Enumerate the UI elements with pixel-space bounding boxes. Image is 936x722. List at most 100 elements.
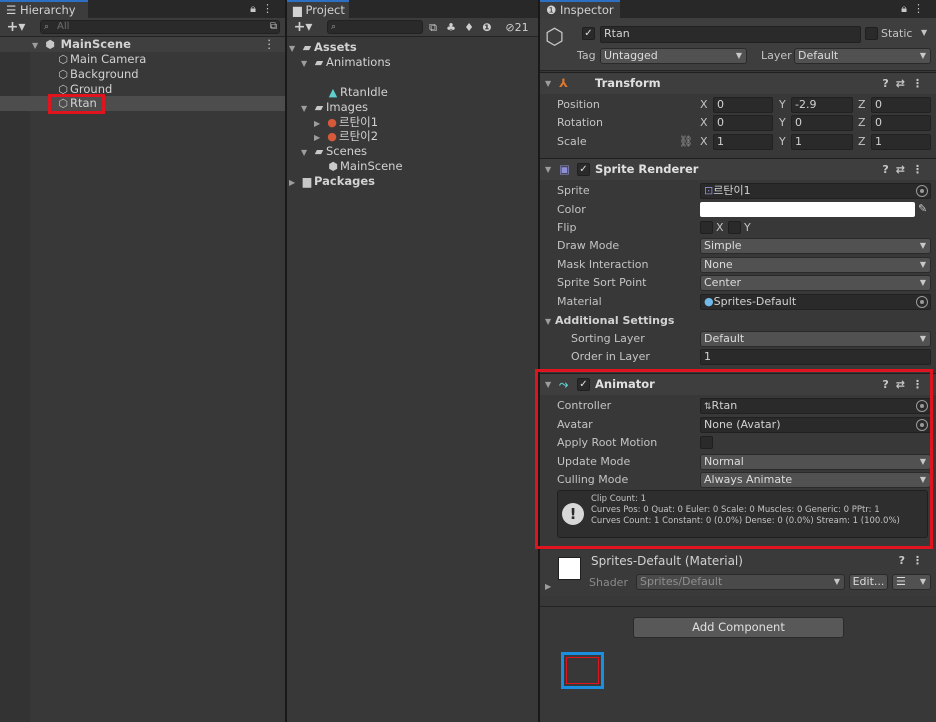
edit-shader-button[interactable]: Edit... bbox=[849, 574, 888, 590]
expand-arrow-icon[interactable]: ▼ bbox=[289, 41, 300, 56]
scale-label[interactable]: Scale bbox=[557, 134, 587, 150]
draw-mode-dropdown[interactable]: Simple ▼ bbox=[700, 238, 931, 254]
scale-z-field[interactable]: 1 bbox=[871, 134, 931, 150]
lock-icon[interactable]: 🔒︎ bbox=[901, 2, 913, 15]
sorting-layer-dropdown[interactable]: Default ▼ bbox=[700, 331, 931, 347]
hierarchy-item-main-camera[interactable]: ⬡ Main Camera bbox=[56, 52, 146, 67]
scale-y-label[interactable]: Y bbox=[779, 134, 786, 150]
layer-dropdown[interactable]: Default ▼ bbox=[794, 48, 931, 64]
mask-interaction-dropdown[interactable]: None ▼ bbox=[700, 257, 931, 273]
foldout-arrow-icon[interactable]: ▼ bbox=[545, 73, 551, 94]
component-menu-icon[interactable]: ⋮ bbox=[912, 163, 930, 176]
filter-by-label-icon[interactable]: ♦ bbox=[461, 20, 477, 35]
component-menu-icon[interactable]: ⋮ bbox=[912, 554, 930, 567]
eyedropper-icon[interactable]: ✎ bbox=[918, 202, 927, 215]
project-tab[interactable]: ▆ Project bbox=[287, 0, 349, 18]
help-icon[interactable]: ? bbox=[899, 554, 912, 567]
lock-icon[interactable]: 🔒︎ bbox=[250, 2, 262, 15]
expand-arrow-icon[interactable]: ▼ bbox=[301, 101, 312, 116]
rotation-x-field[interactable]: 0 bbox=[713, 115, 773, 131]
filter-by-type-icon[interactable]: ♣ bbox=[443, 20, 459, 35]
color-swatch[interactable] bbox=[700, 202, 915, 217]
order-in-layer-field[interactable]: 1 bbox=[700, 349, 931, 365]
static-dropdown-icon[interactable]: ▼ bbox=[921, 28, 927, 37]
scale-x-label[interactable]: X bbox=[700, 134, 708, 150]
create-dropdown-button[interactable]: +▾ bbox=[290, 20, 316, 35]
position-x-label[interactable]: X bbox=[700, 97, 708, 113]
tree-mainscene-file[interactable]: ⬢ MainScene bbox=[326, 159, 402, 174]
rotation-label[interactable]: Rotation bbox=[557, 115, 603, 131]
transform-header[interactable]: ▼ ⅄ Transform ?⇄⋮ bbox=[540, 72, 936, 94]
rotation-z-field[interactable]: 0 bbox=[871, 115, 931, 131]
tree-images[interactable]: ▼ ▰ Images bbox=[301, 100, 368, 115]
expand-arrow-icon[interactable]: ▼ bbox=[301, 56, 312, 71]
scale-y-field[interactable]: 1 bbox=[791, 134, 853, 150]
hierarchy-tab[interactable]: ☰ Hierarchy bbox=[0, 0, 88, 18]
flip-y-checkbox[interactable] bbox=[728, 221, 741, 234]
foldout-arrow-icon[interactable]: ▼ bbox=[545, 317, 551, 326]
presets-icon[interactable]: ⇄ bbox=[896, 77, 912, 90]
static-checkbox[interactable] bbox=[865, 27, 878, 40]
rotation-x-label[interactable]: X bbox=[700, 115, 708, 131]
hierarchy-item-background[interactable]: ⬡ Background bbox=[56, 67, 138, 82]
kebab-menu-icon[interactable]: ⋮ bbox=[262, 2, 279, 15]
folder-open-icon: ▰ bbox=[302, 41, 312, 54]
position-z-label[interactable]: Z bbox=[858, 97, 866, 113]
foldout-arrow-icon[interactable]: ▼ bbox=[545, 159, 551, 180]
sprite-renderer-enabled-checkbox[interactable]: ✓ bbox=[577, 163, 590, 176]
scale-z-label[interactable]: Z bbox=[858, 134, 866, 150]
help-icon[interactable]: ? bbox=[882, 163, 895, 176]
component-menu-icon[interactable]: ⋮ bbox=[912, 77, 930, 90]
hidden-packages-toggle[interactable]: ⊘21 bbox=[499, 20, 535, 35]
object-picker-icon[interactable] bbox=[916, 185, 928, 197]
object-picker-icon[interactable] bbox=[916, 296, 928, 308]
object-name-input[interactable]: Rtan bbox=[600, 26, 861, 43]
additional-settings-foldout[interactable]: ▼ Additional Settings bbox=[545, 313, 674, 329]
flip-x-checkbox[interactable] bbox=[700, 221, 713, 234]
search-by-type-icon[interactable]: ⧉ bbox=[425, 20, 441, 35]
tree-image-2[interactable]: ▶ ● 르탄이2 bbox=[314, 129, 378, 144]
project-search-input[interactable]: ⌕ bbox=[327, 20, 423, 34]
tree-scenes[interactable]: ▼ ▰ Scenes bbox=[301, 144, 367, 159]
alert-icon[interactable]: ❶ bbox=[479, 20, 495, 35]
create-dropdown-button[interactable]: +▾ bbox=[3, 20, 29, 35]
tree-animations[interactable]: ▼ ▰ Animations bbox=[301, 55, 391, 70]
help-icon[interactable]: ? bbox=[882, 77, 895, 90]
collapse-arrow-icon[interactable]: ▶ bbox=[289, 175, 300, 190]
position-x-field[interactable]: 0 bbox=[713, 97, 773, 113]
inspector-tab[interactable]: ❶ Inspector bbox=[540, 0, 620, 18]
rotation-z-label[interactable]: Z bbox=[858, 115, 866, 131]
add-component-button[interactable]: Add Component bbox=[633, 617, 844, 638]
kebab-menu-icon[interactable]: ⋮ bbox=[913, 2, 930, 15]
expand-arrow-icon[interactable]: ▼ bbox=[301, 145, 312, 160]
position-y-field[interactable]: -2.9 bbox=[791, 97, 853, 113]
material-foldout-icon[interactable]: ▶ bbox=[545, 582, 551, 591]
hierarchy-search-input[interactable]: ⌕ All ⧉ bbox=[40, 20, 280, 34]
tag-dropdown[interactable]: Untagged ▼ bbox=[600, 48, 747, 64]
sort-point-dropdown[interactable]: Center ▼ bbox=[700, 275, 931, 291]
tree-image-1[interactable]: ▶ ● 르탄이1 bbox=[314, 115, 378, 130]
chevron-down-icon: ▼ bbox=[919, 260, 926, 269]
position-z-field[interactable]: 0 bbox=[871, 97, 931, 113]
scene-menu-icon[interactable]: ⋮ bbox=[264, 37, 276, 52]
collapse-arrow-icon[interactable]: ▶ bbox=[314, 130, 325, 145]
sprite-field[interactable]: ⊡르탄이1 bbox=[700, 183, 931, 199]
shader-dropdown[interactable]: Sprites/Default ▼ bbox=[636, 574, 845, 590]
active-checkbox[interactable]: ✓ bbox=[582, 27, 595, 40]
position-y-label[interactable]: Y bbox=[779, 97, 786, 113]
presets-icon[interactable]: ⇄ bbox=[896, 163, 912, 176]
rotation-y-label[interactable]: Y bbox=[779, 115, 786, 131]
scale-x-field[interactable]: 1 bbox=[713, 134, 773, 150]
expand-arrow-icon[interactable]: ▼ bbox=[32, 38, 43, 53]
position-label[interactable]: Position bbox=[557, 97, 600, 113]
tree-rtanidle-clip[interactable]: ▲ RtanIdle bbox=[326, 85, 388, 100]
search-mode-icon[interactable]: ⧉ bbox=[270, 21, 277, 33]
constrain-proportions-icon[interactable]: ⛓ bbox=[679, 135, 693, 148]
rotation-y-field[interactable]: 0 bbox=[791, 115, 853, 131]
sprite-renderer-header[interactable]: ▼ ▣ ✓ Sprite Renderer ?⇄⋮ bbox=[540, 158, 936, 180]
shader-options-button[interactable]: ☰ ▼ bbox=[892, 574, 931, 590]
tree-assets[interactable]: ▼ ▰ Assets bbox=[289, 40, 357, 55]
scene-row[interactable]: ▼ ⬢ MainScene ⋮ bbox=[0, 37, 285, 52]
tree-packages[interactable]: ▶ ▆ Packages bbox=[289, 174, 375, 189]
material-field[interactable]: ●Sprites-Default bbox=[700, 294, 931, 310]
